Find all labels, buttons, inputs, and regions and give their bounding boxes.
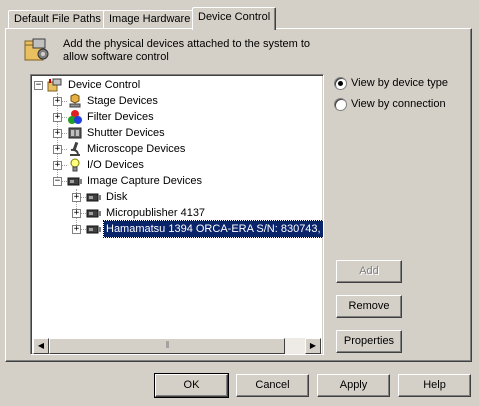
properties-button[interactable]: Properties bbox=[336, 330, 402, 353]
expand-icon[interactable]: + bbox=[53, 113, 62, 122]
devices-icon bbox=[23, 36, 51, 64]
filter-icon bbox=[67, 109, 83, 125]
tree-item-disk[interactable]: + Disk bbox=[31, 189, 321, 205]
microscope-icon bbox=[67, 141, 83, 157]
scroll-right-icon[interactable]: ▶ bbox=[305, 338, 321, 354]
expand-icon[interactable]: + bbox=[72, 209, 81, 218]
camera-icon bbox=[67, 173, 83, 189]
expand-icon[interactable]: + bbox=[53, 97, 62, 106]
tree-item-io-devices[interactable]: + I/O Devices bbox=[31, 157, 321, 173]
radio-view-by-connection[interactable] bbox=[334, 98, 347, 111]
camera-icon bbox=[86, 205, 102, 221]
tree-horizontal-scrollbar[interactable]: ◀ ⦀ ▶ bbox=[33, 338, 321, 354]
ok-button[interactable]: OK bbox=[154, 373, 229, 398]
device-tree[interactable]: − Device Control + Stage Devices + Filte… bbox=[30, 74, 324, 355]
tree-item-filter-devices[interactable]: + Filter Devices bbox=[31, 109, 321, 125]
apply-button[interactable]: Apply bbox=[317, 374, 390, 397]
radio-view-by-device-type[interactable] bbox=[334, 77, 347, 90]
camera-icon bbox=[86, 221, 102, 237]
cancel-button[interactable]: Cancel bbox=[236, 374, 309, 397]
view-by-connection-label[interactable]: View by connection bbox=[351, 98, 446, 110]
expand-icon[interactable]: + bbox=[72, 225, 81, 234]
expand-icon[interactable]: + bbox=[72, 193, 81, 202]
scroll-left-icon[interactable]: ◀ bbox=[33, 338, 49, 354]
shutter-icon bbox=[67, 125, 83, 141]
expand-icon[interactable]: + bbox=[53, 145, 62, 154]
info-description: Add the physical devices attached to the… bbox=[63, 38, 311, 63]
expand-icon[interactable]: + bbox=[53, 129, 62, 138]
help-button[interactable]: Help bbox=[398, 374, 471, 397]
tree-item-hamamatsu[interactable]: + Hamamatsu 1394 ORCA-ERA S/N: 830743, [ bbox=[31, 220, 323, 238]
device-control-icon bbox=[47, 77, 63, 93]
stage-icon bbox=[67, 93, 83, 109]
tab-default-file-paths[interactable]: Default File Paths bbox=[8, 10, 107, 29]
collapse-icon[interactable]: − bbox=[53, 177, 62, 186]
tree-item-microscope-devices[interactable]: + Microscope Devices bbox=[31, 141, 321, 157]
tree-root-device-control[interactable]: − Device Control bbox=[31, 77, 321, 93]
collapse-icon[interactable]: − bbox=[34, 81, 43, 90]
tree-item-image-capture-devices[interactable]: − Image Capture Devices bbox=[31, 173, 321, 189]
tree-item-shutter-devices[interactable]: + Shutter Devices bbox=[31, 125, 321, 141]
view-by-device-type-label[interactable]: View by device type bbox=[351, 77, 448, 89]
tree-item-stage-devices[interactable]: + Stage Devices bbox=[31, 93, 321, 109]
add-button[interactable]: Add bbox=[336, 260, 402, 283]
expand-icon[interactable]: + bbox=[53, 161, 62, 170]
scroll-thumb[interactable]: ⦀ bbox=[49, 338, 285, 354]
remove-button[interactable]: Remove bbox=[336, 295, 402, 318]
camera-icon bbox=[86, 189, 102, 205]
tab-device-control[interactable]: Device Control bbox=[192, 7, 277, 30]
io-icon bbox=[67, 157, 83, 173]
tab-image-hardware[interactable]: Image Hardware bbox=[103, 10, 197, 29]
tree-item-micropublisher[interactable]: + Micropublisher 4137 bbox=[31, 205, 321, 221]
